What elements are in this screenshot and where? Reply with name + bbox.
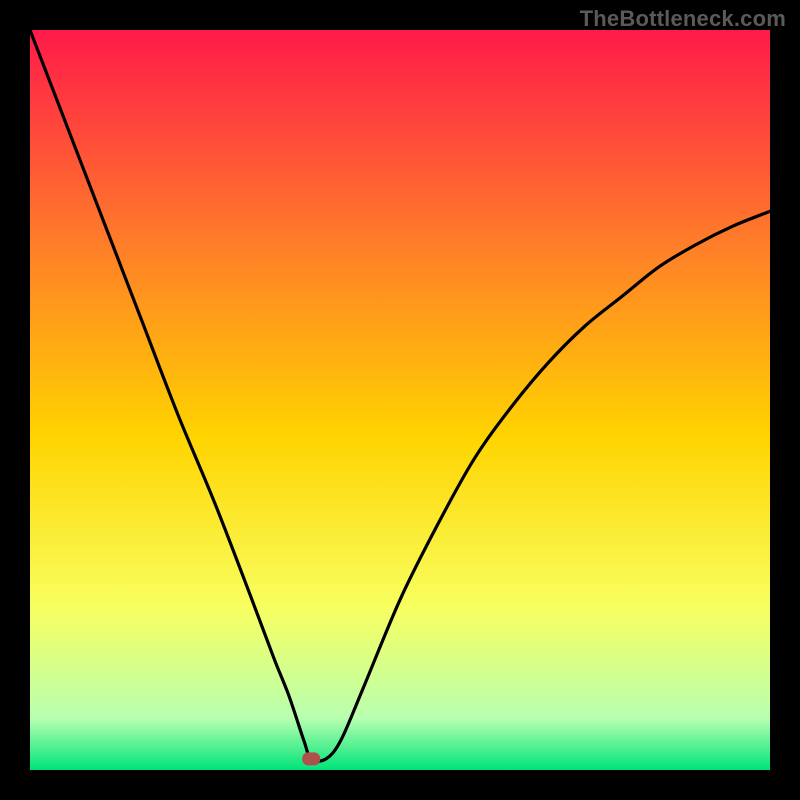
chart-container: TheBottleneck.com bbox=[0, 0, 800, 800]
gradient-background bbox=[30, 30, 770, 770]
watermark-text: TheBottleneck.com bbox=[580, 6, 786, 32]
chart-svg bbox=[30, 30, 770, 770]
optimal-point-marker bbox=[302, 752, 320, 765]
plot-area bbox=[30, 30, 770, 770]
